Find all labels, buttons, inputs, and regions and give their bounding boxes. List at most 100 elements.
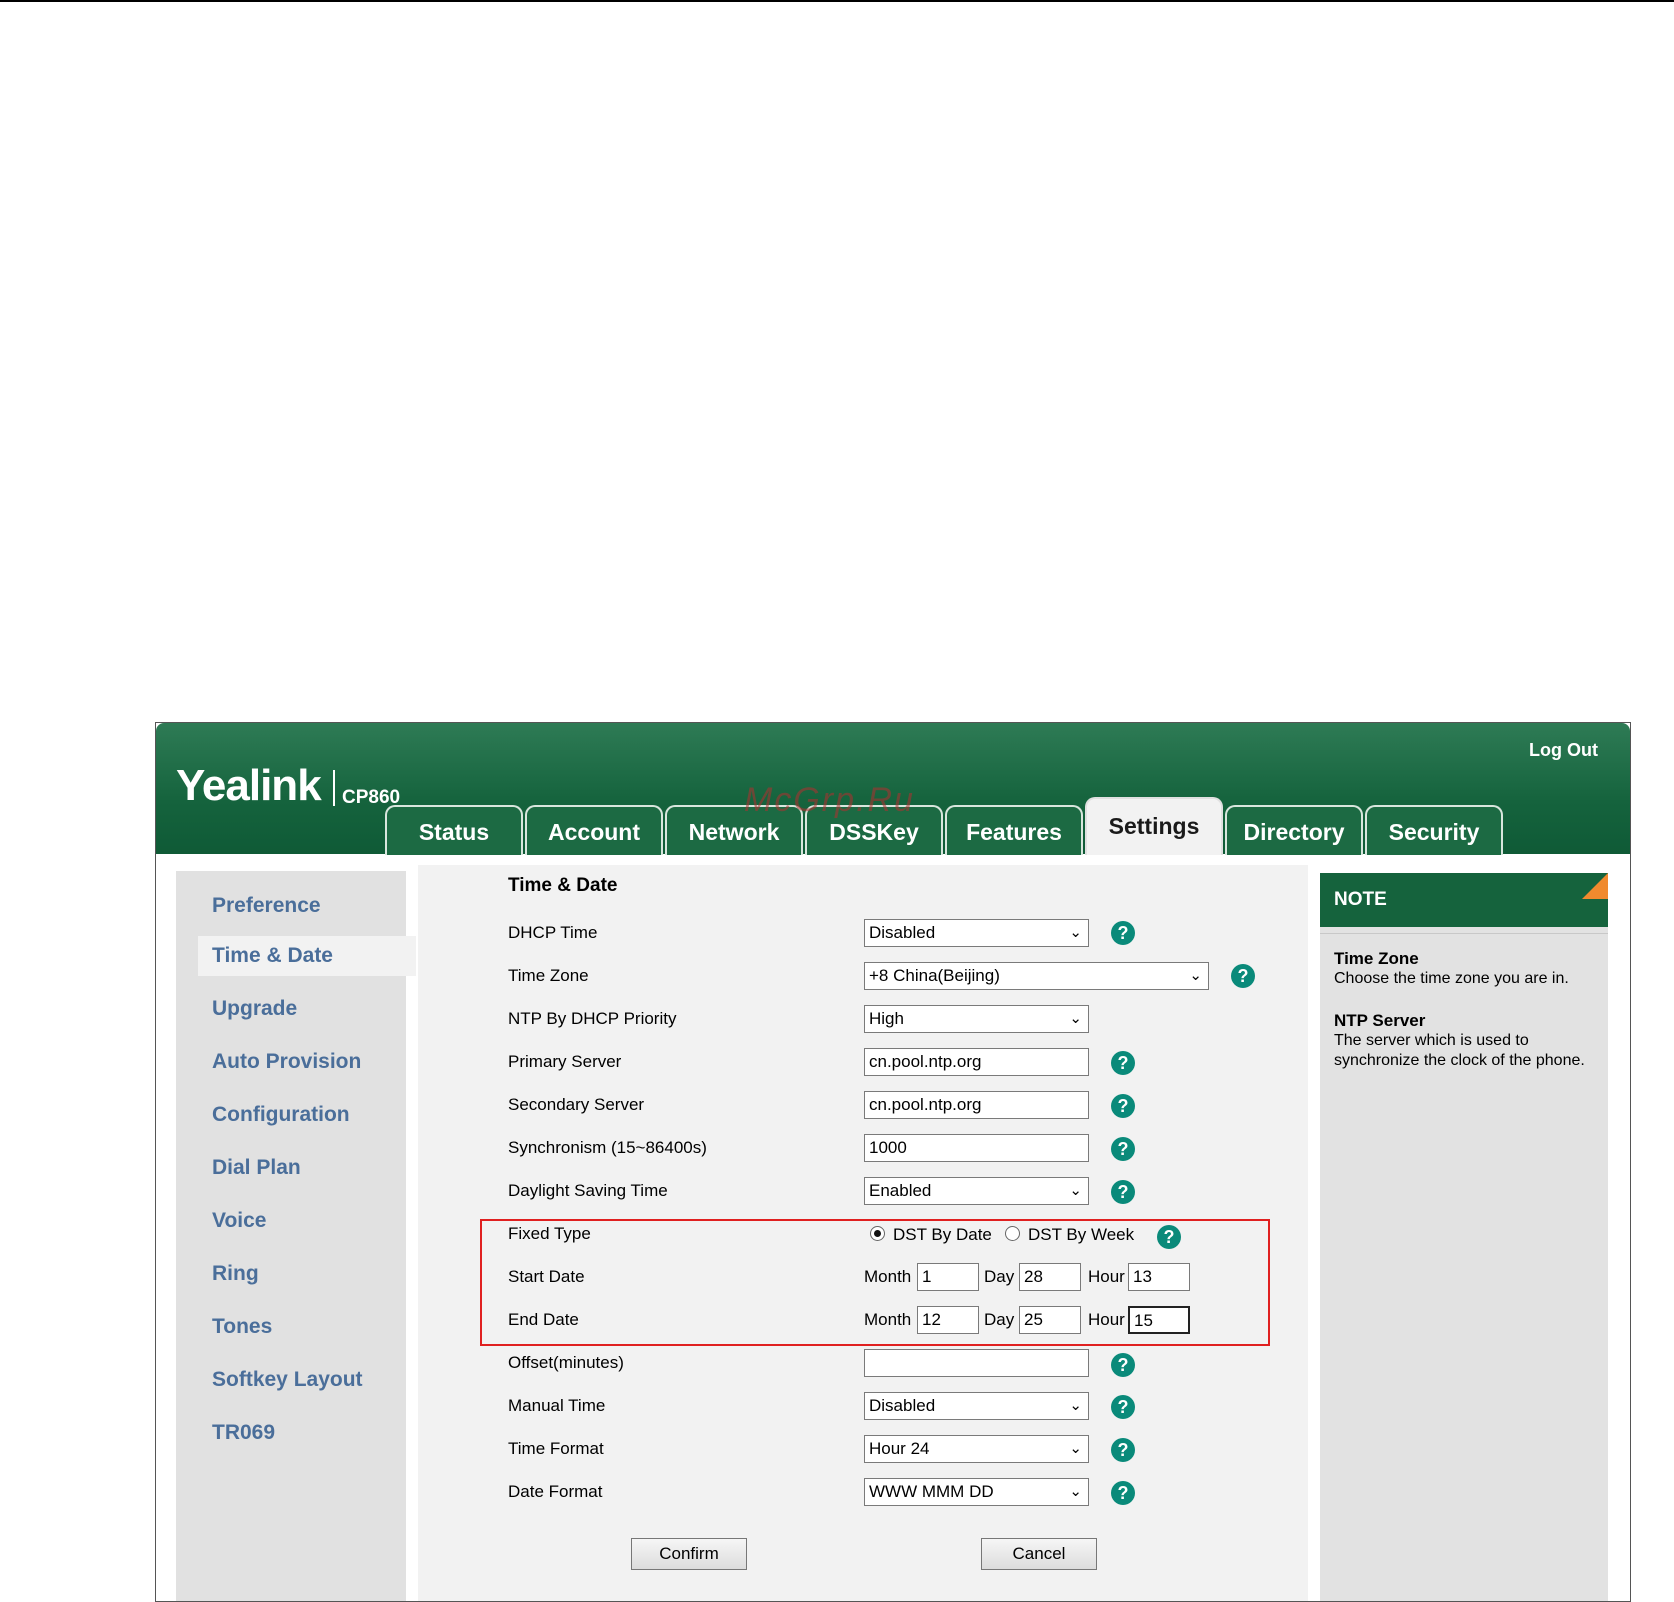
primary-server-input[interactable]: cn.pool.ntp.org <box>864 1048 1089 1076</box>
dst-label: Daylight Saving Time <box>508 1181 668 1200</box>
note-ntp-text: The server which is used to synchronize … <box>1334 1032 1585 1069</box>
ntp-priority-value: High <box>869 1009 904 1028</box>
start-day-label: Day <box>984 1267 1015 1286</box>
end-hour-input[interactable]: 15 <box>1128 1306 1190 1334</box>
sidebar-item-tr069[interactable]: TR069 <box>176 1413 406 1453</box>
confirm-button[interactable]: Confirm <box>631 1538 747 1570</box>
help-icon[interactable]: ? <box>1111 1438 1135 1462</box>
dst-by-week-label: DST By Week <box>1028 1225 1135 1244</box>
tab-dsskey[interactable]: DSSKey <box>805 805 943 855</box>
chevron-down-icon: ⌄ <box>1189 967 1202 984</box>
end-month-label: Month <box>864 1310 912 1329</box>
sidebar: Preference Time & Date Upgrade Auto Prov… <box>176 871 416 1601</box>
dhcp-time-label: DHCP Time <box>508 923 598 942</box>
time-format-label: Time Format <box>508 1439 604 1458</box>
help-icon[interactable]: ? <box>1111 1180 1135 1204</box>
secondary-server-label: Secondary Server <box>508 1095 645 1114</box>
web-ui-window: Log Out Yealink CP860 Status Account Net… <box>155 722 1631 1602</box>
date-format-value: WWW MMM DD <box>869 1482 994 1501</box>
time-zone-label: Time Zone <box>508 966 589 985</box>
help-icon[interactable]: ? <box>1111 921 1135 945</box>
note-time-zone-text: Choose the time zone you are in. <box>1334 970 1569 987</box>
start-month-input[interactable]: 1 <box>917 1263 979 1291</box>
sidebar-item-time-date[interactable]: Time & Date <box>198 936 416 976</box>
time-zone-select[interactable]: +8 China(Beijing) ⌄ <box>864 962 1209 990</box>
end-month-input[interactable]: 12 <box>917 1306 979 1334</box>
tab-features[interactable]: Features <box>945 805 1083 855</box>
primary-server-label: Primary Server <box>508 1052 622 1071</box>
start-hour-input[interactable]: 13 <box>1128 1263 1190 1291</box>
note-corner-fold <box>1582 873 1608 899</box>
dst-select[interactable]: Enabled ⌄ <box>864 1177 1089 1205</box>
sidebar-item-tones[interactable]: Tones <box>176 1307 406 1347</box>
tab-settings[interactable]: Settings <box>1085 797 1223 855</box>
offset-label: Offset(minutes) <box>508 1353 624 1372</box>
chevron-down-icon: ⌄ <box>1069 1182 1082 1199</box>
manual-time-select[interactable]: Disabled ⌄ <box>864 1392 1089 1420</box>
end-date-label: End Date <box>508 1310 579 1329</box>
ntp-priority-select[interactable]: High ⌄ <box>864 1005 1089 1033</box>
synchronism-input[interactable]: 1000 <box>864 1134 1089 1162</box>
note-title: NOTE <box>1320 873 1608 927</box>
synchronism-label: Synchronism (15~86400s) <box>508 1138 707 1157</box>
offset-input[interactable] <box>864 1349 1089 1377</box>
chevron-down-icon: ⌄ <box>1069 1010 1082 1027</box>
help-icon[interactable]: ? <box>1231 964 1255 988</box>
sidebar-item-softkey-layout[interactable]: Softkey Layout <box>176 1360 406 1400</box>
chevron-down-icon: ⌄ <box>1069 1397 1082 1414</box>
note-ntp-title: NTP Server <box>1334 1011 1426 1030</box>
help-icon[interactable]: ? <box>1111 1353 1135 1377</box>
help-icon[interactable]: ? <box>1111 1137 1135 1161</box>
start-month-label: Month <box>864 1267 912 1286</box>
tab-status[interactable]: Status <box>385 805 523 855</box>
manual-time-label: Manual Time <box>508 1396 606 1415</box>
date-format-select[interactable]: WWW MMM DD ⌄ <box>864 1478 1089 1506</box>
help-icon[interactable]: ? <box>1111 1094 1135 1118</box>
tab-security[interactable]: Security <box>1365 805 1503 855</box>
cancel-button[interactable]: Cancel <box>981 1538 1097 1570</box>
dhcp-time-value: Disabled <box>869 923 936 942</box>
section-title: Time & Date <box>508 875 618 896</box>
end-day-input[interactable]: 25 <box>1019 1306 1081 1334</box>
help-icon[interactable]: ? <box>1157 1225 1181 1249</box>
tab-directory[interactable]: Directory <box>1225 805 1363 855</box>
start-day-input[interactable]: 28 <box>1019 1263 1081 1291</box>
dst-value: Enabled <box>869 1181 932 1200</box>
chevron-down-icon: ⌄ <box>1069 924 1082 941</box>
yealink-logo: Yealink <box>176 761 322 810</box>
chevron-down-icon: ⌄ <box>1069 1483 1082 1500</box>
start-hour-label: Hour <box>1088 1267 1125 1286</box>
time-format-select[interactable]: Hour 24 ⌄ <box>864 1435 1089 1463</box>
sidebar-item-configuration[interactable]: Configuration <box>176 1095 406 1135</box>
end-day-label: Day <box>984 1310 1015 1329</box>
sidebar-item-auto-provision[interactable]: Auto Provision <box>176 1042 406 1082</box>
top-rule <box>0 0 1674 2</box>
sidebar-item-preference[interactable]: Preference <box>176 886 406 926</box>
help-icon[interactable]: ? <box>1111 1395 1135 1419</box>
logout-link[interactable]: Log Out <box>1529 740 1598 761</box>
ntp-priority-label: NTP By DHCP Priority <box>508 1009 677 1028</box>
tab-network[interactable]: Network <box>665 805 803 855</box>
dhcp-time-select[interactable]: Disabled ⌄ <box>864 919 1089 947</box>
date-format-label: Date Format <box>508 1482 603 1501</box>
sidebar-item-upgrade[interactable]: Upgrade <box>176 989 406 1029</box>
sidebar-item-voice[interactable]: Voice <box>176 1201 406 1241</box>
sidebar-item-dial-plan[interactable]: Dial Plan <box>176 1148 406 1188</box>
time-zone-value: +8 China(Beijing) <box>869 966 1000 985</box>
tab-account[interactable]: Account <box>525 805 663 855</box>
sidebar-item-ring[interactable]: Ring <box>176 1254 406 1294</box>
fixed-type-label: Fixed Type <box>508 1224 591 1243</box>
help-icon[interactable]: ? <box>1111 1051 1135 1075</box>
help-icon[interactable]: ? <box>1111 1481 1135 1505</box>
header-bar: Log Out Yealink CP860 Status Account Net… <box>156 723 1630 855</box>
manual-time-value: Disabled <box>869 1396 936 1415</box>
secondary-server-input[interactable]: cn.pool.ntp.org <box>864 1091 1089 1119</box>
dst-by-date-radio[interactable] <box>870 1226 885 1241</box>
dst-by-week-radio[interactable] <box>1005 1226 1020 1241</box>
chevron-down-icon: ⌄ <box>1069 1440 1082 1457</box>
end-hour-label: Hour <box>1088 1310 1125 1329</box>
start-date-label: Start Date <box>508 1267 585 1286</box>
note-time-zone-title: Time Zone <box>1334 949 1419 968</box>
logo-divider <box>333 770 335 806</box>
time-format-value: Hour 24 <box>869 1439 930 1458</box>
